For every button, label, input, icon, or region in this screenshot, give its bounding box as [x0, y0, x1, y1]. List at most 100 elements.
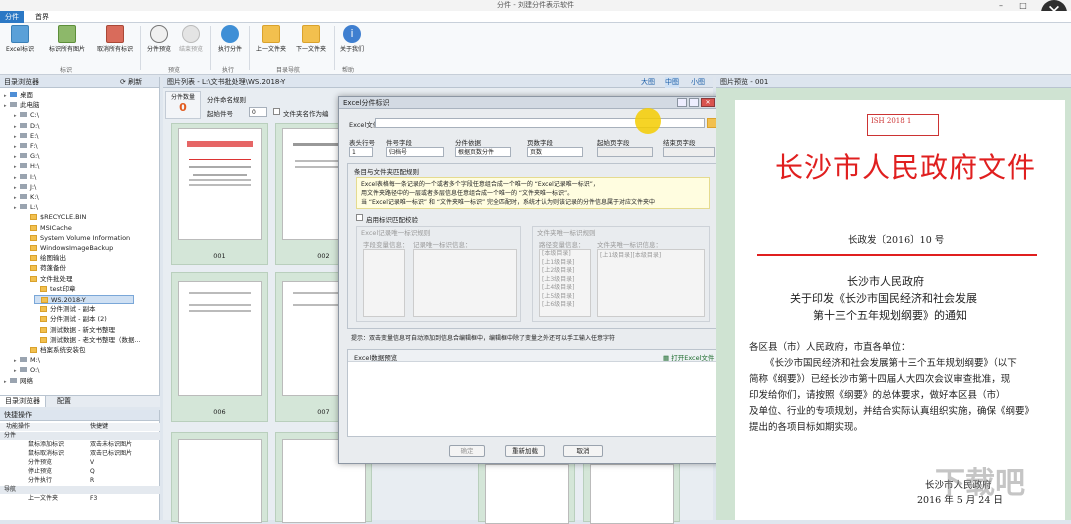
tab-fenjian[interactable]: 分件 [0, 11, 24, 23]
path-var-item[interactable]: [上2级目录] [542, 267, 590, 276]
shortcut-row[interactable]: 分件预览 V [0, 459, 160, 467]
tree-node[interactable]: 分件测试 - 副本 [34, 305, 95, 314]
unmark-all-button[interactable]: 取消所有标识 [92, 25, 138, 54]
size-medium[interactable]: 中图 [665, 77, 679, 88]
tree-node[interactable]: WS.2018-Y [34, 295, 134, 304]
ok-button[interactable]: 确定 [449, 445, 485, 457]
tree-node[interactable]: 分件测试 - 副本 (2) [34, 315, 107, 324]
thumbnail-page [178, 439, 262, 523]
dialog-maximize[interactable] [689, 98, 699, 107]
red-rule [757, 254, 1037, 256]
open-excel-button[interactable]: ▦ 打开Excel文件 [663, 352, 714, 362]
next-folder-button[interactable]: 下一文件夹 [292, 25, 330, 54]
path-var-item[interactable]: [上5级目录] [542, 293, 590, 302]
tree-node[interactable]: ▸ 此电脑 [4, 101, 40, 110]
pc-icon [10, 102, 17, 108]
record-id-box[interactable] [413, 249, 517, 317]
tree-node[interactable]: MSICache [24, 224, 72, 233]
minimize-button[interactable]: – [990, 0, 1012, 11]
shortcut-row[interactable]: 停止预览 Q [0, 468, 160, 476]
basis-select[interactable]: 根据页数分件 [455, 147, 511, 157]
piece-field-select[interactable]: 归档号 [386, 147, 444, 157]
dialog-minimize[interactable] [677, 98, 687, 107]
tree-node[interactable]: ▸ H:\ [14, 162, 39, 171]
thumb-cell[interactable] [583, 457, 680, 524]
folder-id-box[interactable]: [上1级目录][本级目录] [597, 249, 705, 317]
archive-stamp: ISH 2018 1 [867, 114, 939, 136]
tree-node[interactable]: ▸ F:\ [14, 142, 38, 151]
shortcut-columns: 功能操作 快捷键 [0, 423, 160, 431]
execute-button[interactable]: 执行分件 [214, 25, 246, 54]
shortcut-row[interactable]: 鼠标取消标识 双击已标识图片 [0, 450, 160, 458]
thumb-cell[interactable]: 006 [171, 272, 268, 422]
start-page-select[interactable] [597, 147, 653, 157]
tree-node[interactable]: ▸ D:\ [14, 122, 39, 131]
thumb-cell[interactable] [171, 432, 268, 523]
shortcut-row[interactable]: 分件执行 R [0, 477, 160, 485]
path-var-item[interactable]: [上1级目录] [542, 259, 590, 268]
group-label-nav: 目录导航 [276, 67, 301, 74]
size-large[interactable]: 大图 [641, 77, 655, 88]
path-var-item[interactable]: [上3级目录] [542, 276, 590, 285]
dialog-close-icon[interactable]: ✕ [701, 98, 715, 107]
tree-node[interactable]: WindowsImageBackup [24, 244, 113, 253]
end-preview-button[interactable]: 结束预览 [176, 25, 206, 54]
excel-mark-button[interactable]: Excel标识 [4, 25, 36, 54]
tree-node[interactable]: ▸ 网络 [4, 377, 33, 386]
tree-node[interactable]: ▸ K:\ [14, 193, 39, 202]
reload-button[interactable]: 重新加载 [505, 445, 545, 457]
shortcut-row[interactable]: 上一文件夹 F3 [0, 495, 160, 503]
pages-field-select[interactable]: 页数 [527, 147, 583, 157]
folder-name-checkbox[interactable] [273, 108, 280, 115]
tree-node[interactable]: ▸ M:\ [14, 356, 40, 365]
tree-node[interactable]: ▸ E:\ [14, 132, 39, 141]
tree-node[interactable]: 荷蓬备份 [24, 264, 66, 273]
path-var-item[interactable]: [上4级目录] [542, 284, 590, 293]
refresh-button[interactable]: ⟳ 刷新 [120, 77, 142, 88]
tree-node[interactable]: $RECYCLE.BIN [24, 213, 86, 222]
shortcut-row[interactable]: 鼠标添加标识 双击未标识图片 [0, 441, 160, 449]
mark-all-button[interactable]: 标识所有图片 [44, 25, 90, 54]
tree-node[interactable]: ▸ 桌面 [4, 91, 33, 100]
tree-node[interactable]: ▸ O:\ [14, 366, 39, 375]
start-number-field[interactable]: 0 [249, 107, 267, 117]
end-page-select[interactable] [663, 147, 715, 157]
tree-node[interactable]: test印章 [34, 285, 75, 294]
tree-node[interactable]: 测试数据 - 新文书整理 [34, 326, 115, 335]
tree-node[interactable]: 绘图输出 [24, 254, 66, 263]
prev-folder-button[interactable]: 上一文件夹 [252, 25, 290, 54]
tree-node[interactable]: 测试数据 - 老文书整理（数据... [34, 336, 141, 345]
tab-shoujie[interactable]: 首界 [30, 11, 54, 23]
tree-node[interactable]: ▸ G:\ [14, 152, 39, 161]
thumb-cell[interactable] [478, 457, 575, 524]
folder-down-icon [302, 25, 320, 43]
tab-directory-browser[interactable]: 目录浏览器 [0, 396, 46, 407]
enable-verify-checkbox[interactable] [356, 214, 363, 221]
tree-node-label: E:\ [30, 131, 39, 140]
tree-node[interactable]: ▸ C:\ [14, 111, 39, 120]
tree-node[interactable]: 档案系统安装包 [24, 346, 86, 355]
path-var-item[interactable]: [本级目录] [542, 250, 590, 259]
tree-node[interactable]: ▸ J:\ [14, 183, 36, 192]
shortcut-row[interactable]: 导航 [0, 486, 160, 494]
maximize-button[interactable]: □ [1012, 0, 1034, 11]
path-vars-list[interactable]: [本级目录] [上1级目录] [上2级目录] [上3级目录] [上4级目录] [上5级目录… [539, 249, 591, 317]
thumb-cell[interactable]: 001 [171, 123, 268, 265]
cancel-button[interactable]: 取消 [563, 445, 603, 457]
header-row-stepper[interactable]: 1 [349, 147, 373, 157]
path-var-item[interactable]: [上6级目录] [542, 301, 590, 310]
size-small[interactable]: 小图 [691, 77, 705, 88]
group-label-preview: 预览 [168, 67, 181, 74]
tree-node[interactable]: 文件批处理 [24, 275, 73, 284]
preview-button[interactable]: 分件预览 [144, 25, 174, 54]
tree-node[interactable]: ▸ L:\ [14, 203, 38, 212]
tree-node[interactable]: System Volume Information [24, 234, 130, 243]
drive-icon [20, 173, 27, 179]
drive-icon [20, 194, 27, 199]
doc-heading: 长沙市人民政府文件 [775, 151, 1037, 184]
shortcut-row[interactable]: 分件 [0, 432, 160, 440]
tab-config[interactable]: 配置 [52, 396, 76, 407]
about-button[interactable]: i 关于我们 [337, 25, 367, 54]
tree-node[interactable]: ▸ I:\ [14, 173, 36, 182]
field-vars-list[interactable] [363, 249, 405, 317]
